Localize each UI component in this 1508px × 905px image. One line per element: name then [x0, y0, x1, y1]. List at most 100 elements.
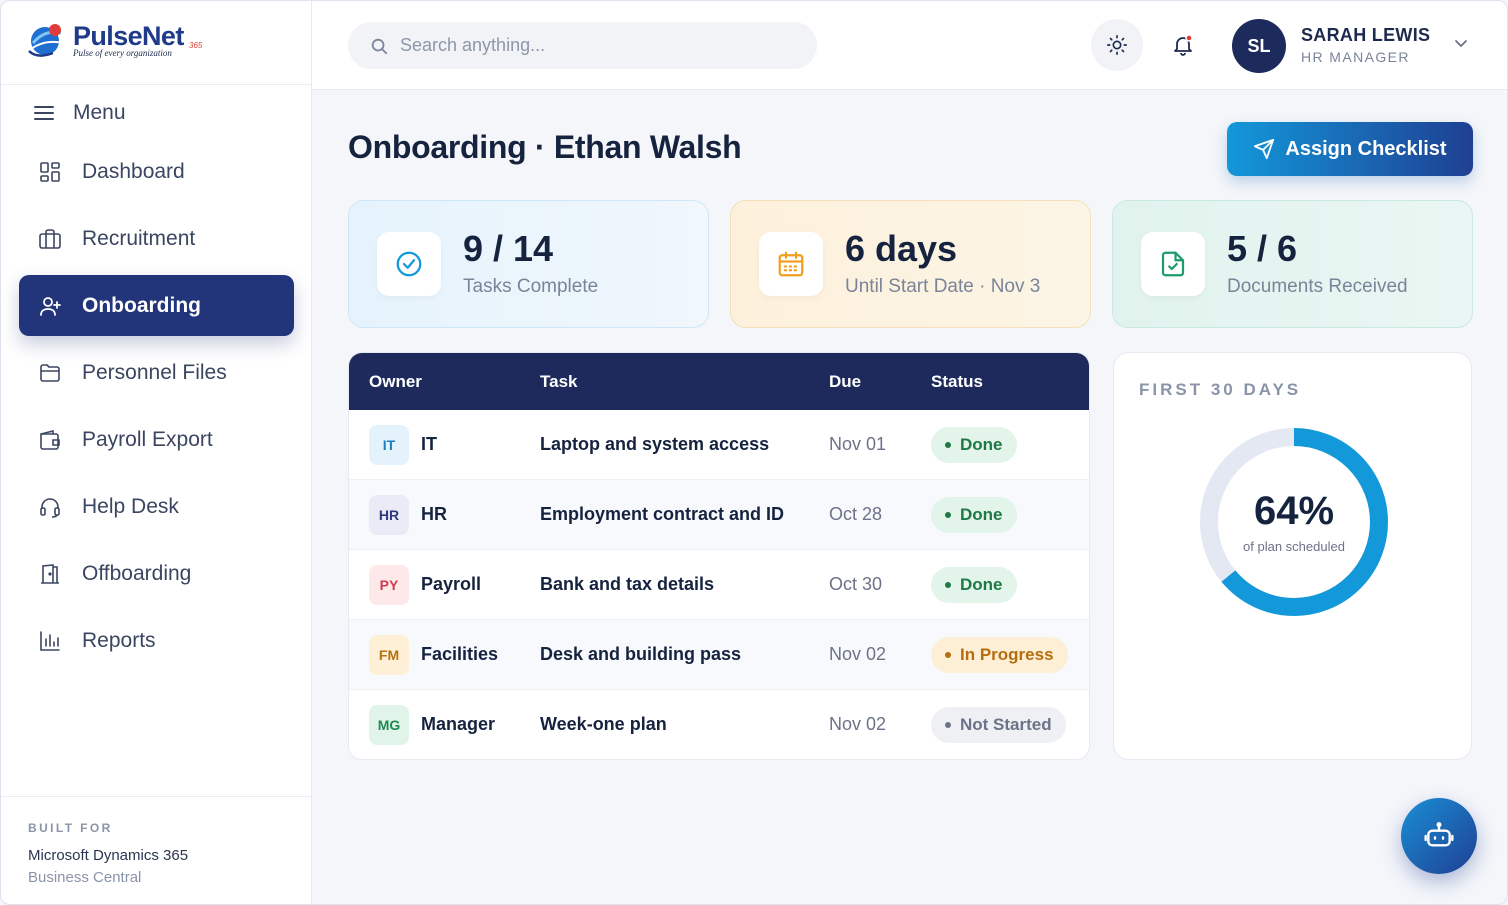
chevron-down-icon[interactable] [1453, 35, 1469, 51]
search-box [348, 22, 817, 69]
sidebar-item-label: Reports [82, 628, 156, 652]
stat-value: 5 / 6 [1227, 228, 1298, 269]
task-name: Laptop and system access [540, 434, 770, 454]
progress-percent: 64% [1253, 489, 1335, 533]
briefcase-icon [37, 226, 63, 252]
column-header-status[interactable]: Status [931, 372, 983, 392]
topbar: SL SARAH LEWIS HR MANAGER [312, 1, 1507, 90]
card-title: FIRST 30 DAYS [1139, 380, 1302, 399]
stat-label: Until Start Date · Nov 3 [845, 276, 1041, 297]
table-header: Owner Task Due Status [349, 353, 1089, 410]
owner-chip: IT [369, 425, 409, 465]
brand-name: PulseNet [73, 21, 184, 51]
task-name: Desk and building pass [540, 644, 742, 664]
brand-superscript: 365 [189, 41, 203, 50]
user-name[interactable]: SARAH LEWIS [1301, 25, 1430, 46]
bell-icon [1174, 34, 1193, 56]
user-role: HR MANAGER [1301, 49, 1410, 65]
status-badge: Done [931, 567, 1017, 603]
sidebar-item-label: Payroll Export [82, 427, 213, 451]
status-label: Done [960, 435, 1003, 454]
due-date: Nov 02 [829, 644, 887, 664]
notifications-button[interactable] [1157, 19, 1209, 71]
built-for-product: Microsoft Dynamics 365 [28, 847, 189, 864]
folder-icon [37, 360, 63, 386]
owner-name: IT [421, 434, 437, 454]
table-row[interactable]: FM Facilities Desk and building pass Nov… [349, 620, 1089, 690]
document-check-icon [1141, 232, 1205, 296]
due-date: Oct 30 [829, 574, 883, 594]
sidebar-item-help-desk[interactable]: Help Desk [19, 476, 294, 537]
sidebar-item-payroll-export[interactable]: Payroll Export [19, 409, 294, 470]
assign-checklist-label: Assign Checklist [1285, 137, 1447, 160]
pulsenet-logo-icon [27, 21, 69, 61]
column-header-owner[interactable]: Owner [369, 372, 422, 392]
owner-chip: PY [369, 565, 409, 605]
page-title: Onboarding · Ethan Walsh [348, 129, 742, 165]
avatar[interactable]: SL [1232, 19, 1286, 73]
table-row[interactable]: IT IT Laptop and system access Nov 01 Do… [349, 410, 1089, 480]
status-badge: In Progress [931, 637, 1068, 673]
theme-toggle-button[interactable] [1091, 19, 1143, 71]
onboarding-tasks-table: Owner Task Due Status IT IT Laptop and s… [348, 352, 1090, 760]
owner-chip: MG [369, 705, 409, 745]
door-exit-icon [37, 561, 63, 587]
sidebar-item-recruitment[interactable]: Recruitment [19, 208, 294, 269]
column-header-due[interactable]: Due [829, 372, 861, 392]
search-input[interactable] [400, 35, 780, 56]
dashboard-icon [37, 159, 63, 185]
wallet-icon [37, 427, 63, 453]
sidebar-item-label: Help Desk [82, 494, 179, 518]
stat-value: 6 days [845, 228, 958, 269]
sidebar-item-dashboard[interactable]: Dashboard [19, 141, 294, 202]
sidebar-item-label: Recruitment [82, 226, 196, 250]
hamburger-icon [34, 106, 54, 120]
table-row[interactable]: HR HR Employment contract and ID Oct 28 … [349, 480, 1089, 550]
built-for-product-sub: Business Central [28, 869, 142, 886]
sidebar-item-onboarding[interactable]: Onboarding [19, 275, 294, 336]
sidebar-item-label: Offboarding [82, 561, 192, 585]
status-label: In Progress [960, 645, 1054, 664]
owner-name: Manager [421, 714, 496, 734]
table-row[interactable]: PY Payroll Bank and tax details Oct 30 D… [349, 550, 1089, 620]
app-window: PulseNet Pulse of every organization 365… [0, 0, 1508, 905]
sidebar-item-offboarding[interactable]: Offboarding [19, 543, 294, 604]
assistant-bot-button[interactable] [1401, 798, 1477, 874]
menu-label: Menu [73, 101, 126, 124]
stat-card-start-date: 6 days Until Start Date · Nov 3 [730, 200, 1091, 328]
table-row[interactable]: MG Manager Week-one plan Nov 02 Not Star… [349, 690, 1089, 759]
stat-value: 9 / 14 [463, 228, 554, 269]
status-badge: Done [931, 497, 1017, 533]
status-label: Not Started [960, 715, 1052, 734]
owner-name: Facilities [421, 644, 499, 664]
stat-label: Documents Received [1227, 276, 1408, 297]
divider [1, 796, 311, 797]
owner-chip: HR [369, 495, 409, 535]
owner-name: Payroll [421, 574, 482, 594]
sidebar-item-label: Dashboard [82, 159, 185, 183]
sun-icon [1107, 35, 1127, 55]
stat-card-tasks: 9 / 14 Tasks Complete [348, 200, 709, 328]
brand-logo[interactable]: PulseNet Pulse of every organization 365 [27, 21, 202, 65]
task-name: Employment contract and ID [540, 504, 785, 524]
first-30-days-card: FIRST 30 DAYS 64% of plan scheduled [1113, 352, 1472, 760]
task-name: Bank and tax details [540, 574, 715, 594]
owner-name: HR [421, 504, 447, 524]
status-badge: Done [931, 427, 1017, 463]
sidebar-item-personnel-files[interactable]: Personnel Files [19, 342, 294, 403]
headset-icon [37, 494, 63, 520]
status-badge: Not Started [931, 707, 1066, 743]
send-icon [1254, 138, 1275, 160]
column-header-task[interactable]: Task [540, 372, 578, 392]
robot-icon [1424, 822, 1454, 847]
bar-chart-icon [37, 628, 63, 654]
sidebar: PulseNet Pulse of every organization 365… [1, 1, 312, 904]
assign-checklist-button[interactable]: Assign Checklist [1227, 122, 1473, 176]
stat-label: Tasks Complete [463, 276, 599, 297]
due-date: Nov 02 [829, 714, 887, 734]
owner-chip: FM [369, 635, 409, 675]
search-icon [371, 38, 388, 54]
menu-toggle[interactable]: Menu [33, 97, 126, 129]
status-label: Done [960, 575, 1003, 594]
sidebar-item-reports[interactable]: Reports [19, 610, 294, 671]
